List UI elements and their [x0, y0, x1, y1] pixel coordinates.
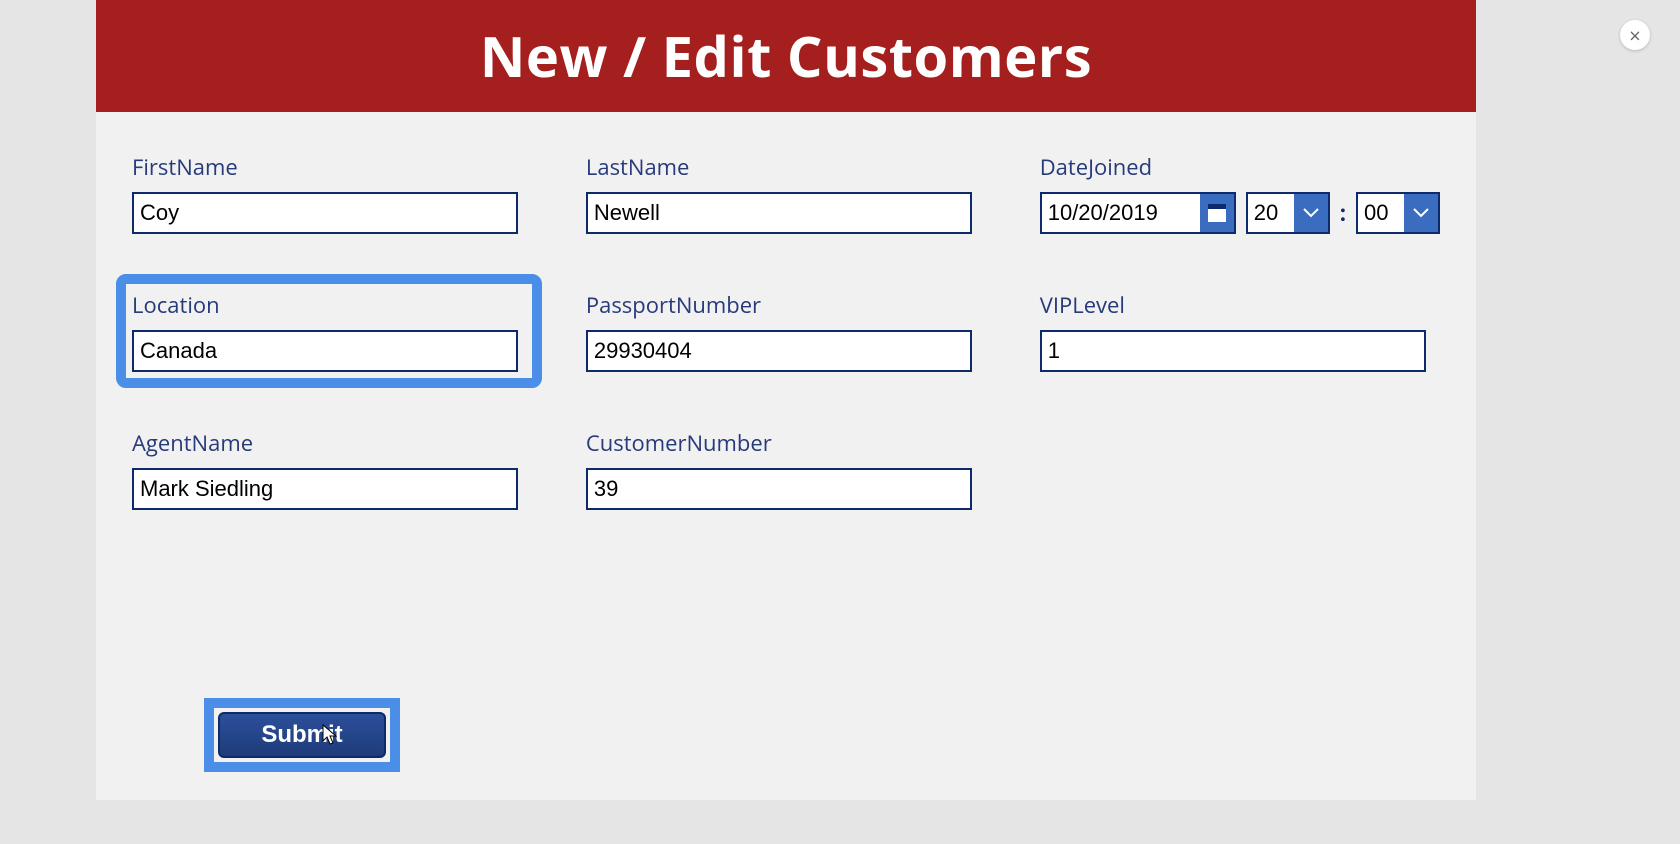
first-name-input[interactable] [132, 192, 518, 234]
date-time-row: : [1040, 192, 1440, 234]
minute-select [1356, 192, 1440, 234]
submit-button-wrap: Submit [218, 712, 386, 758]
minute-dropdown-button[interactable] [1404, 192, 1440, 234]
date-picker [1040, 192, 1236, 234]
modal-header: New / Edit Customers [96, 0, 1476, 112]
field-customer-number: CustomerNumber [586, 428, 980, 510]
field-agent-name: AgentName [132, 428, 526, 510]
hour-dropdown-button[interactable] [1294, 192, 1330, 234]
location-label: Location [132, 290, 526, 320]
calendar-icon [1208, 204, 1226, 222]
passport-number-input[interactable] [586, 330, 972, 372]
close-button[interactable]: × [1620, 20, 1650, 50]
page-title: New / Edit Customers [480, 18, 1092, 94]
field-vip-level: VIPLevel [1040, 290, 1440, 372]
last-name-input[interactable] [586, 192, 972, 234]
hour-input[interactable] [1246, 192, 1294, 234]
customer-form-modal: New / Edit Customers FirstName LastName … [96, 0, 1476, 800]
field-passport-number: PassportNumber [586, 290, 980, 372]
customer-number-label: CustomerNumber [586, 428, 980, 458]
time-separator: : [1340, 198, 1346, 228]
field-first-name: FirstName [132, 152, 526, 234]
calendar-button[interactable] [1200, 192, 1236, 234]
agent-name-input[interactable] [132, 468, 518, 510]
vip-level-label: VIPLevel [1040, 290, 1440, 320]
minute-input[interactable] [1356, 192, 1404, 234]
submit-button[interactable]: Submit [218, 712, 386, 758]
first-name-label: FirstName [132, 152, 526, 182]
agent-name-label: AgentName [132, 428, 526, 458]
location-input[interactable] [132, 330, 518, 372]
chevron-down-icon [1413, 208, 1429, 218]
chevron-down-icon [1303, 208, 1319, 218]
field-last-name: LastName [586, 152, 980, 234]
close-icon: × [1629, 22, 1640, 49]
passport-number-label: PassportNumber [586, 290, 980, 320]
form-grid: FirstName LastName DateJoined [96, 112, 1476, 510]
customer-number-input[interactable] [586, 468, 972, 510]
date-joined-label: DateJoined [1040, 152, 1440, 182]
field-date-joined: DateJoined : [1040, 152, 1440, 234]
date-input[interactable] [1040, 192, 1200, 234]
last-name-label: LastName [586, 152, 980, 182]
hour-select [1246, 192, 1330, 234]
vip-level-input[interactable] [1040, 330, 1426, 372]
field-location: Location [124, 282, 534, 380]
